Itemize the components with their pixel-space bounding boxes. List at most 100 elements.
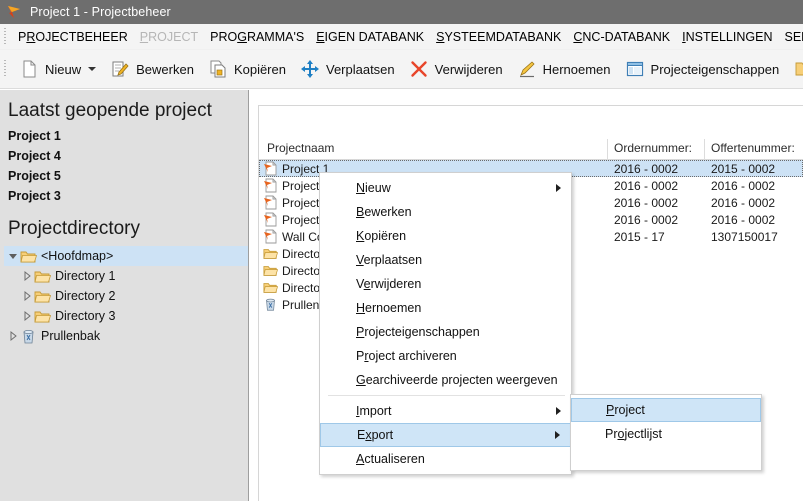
folder-icon <box>34 289 51 304</box>
menu-programmas[interactable]: PROGRAMMA'S <box>204 28 310 46</box>
project-directory-heading: Projectdirectory <box>0 206 248 244</box>
context-menu-item-hernoemen[interactable]: Hernoemen <box>320 296 571 320</box>
tree-item-label: <Hoofdmap> <box>41 250 113 263</box>
grid-header-row: Projectnaam Ordernummer: Offertenummer: <box>259 139 803 160</box>
recent-project-item[interactable]: Project 3 <box>0 186 248 206</box>
menu-service-update[interactable]: SERVICE/UPDATE <box>778 28 803 46</box>
project-flag-icon <box>263 178 278 193</box>
toolbar-label: Verwijderen <box>435 63 503 76</box>
recent-projects-heading: Laatst geopende project <box>0 90 248 126</box>
context-menu-item-gearchiveerde-projecten-weergeven[interactable]: Gearchiveerde projecten weergeven <box>320 368 571 392</box>
context-menu-item-import[interactable]: Import <box>320 399 571 423</box>
menu-instellingen[interactable]: INSTELLINGEN <box>676 28 778 46</box>
tree-item-directory-1[interactable]: Directory 1 <box>4 266 248 286</box>
context-menu-item-label: Nieuw <box>356 181 391 195</box>
tree-item-label: Directory 1 <box>55 270 115 283</box>
submenu-item-label: Projectlijst <box>605 427 662 441</box>
expander-collapsed-icon[interactable] <box>20 289 34 303</box>
grid-cell-order: 2016 - 0002 <box>614 213 678 227</box>
tree-item-label: Prullenbak <box>41 330 100 343</box>
context-menu-item-label: Projecteigenschappen <box>356 325 480 339</box>
grid-cell-offer: 2016 - 0002 <box>711 196 775 210</box>
toolbar-button-hernoemen[interactable]: Hernoemen <box>510 54 618 84</box>
menu-projectbeheer[interactable]: PROJECTBEHEER <box>12 28 134 46</box>
edit-pencil-icon <box>110 59 130 79</box>
grid-cell-order: 2016 - 0002 <box>614 196 678 210</box>
toolbar-grip-icon[interactable] <box>2 60 9 78</box>
app-flag-icon <box>6 4 22 20</box>
folder-icon <box>263 246 278 261</box>
recycle-bin-icon <box>20 329 37 344</box>
column-header-offertenummer[interactable]: Offertenummer: <box>711 141 795 155</box>
grid-cell-offer: 2015 - 0002 <box>711 162 775 176</box>
expander-collapsed-icon[interactable] <box>20 269 34 283</box>
column-header-ordernummer[interactable]: Ordernummer: <box>614 141 692 155</box>
grid-cell-offer: 1307150017 <box>711 230 778 244</box>
tree-item-directory-2[interactable]: Directory 2 <box>4 286 248 306</box>
context-menu-item-project-archiveren[interactable]: Project archiveren <box>320 344 571 368</box>
column-divider[interactable] <box>607 139 608 160</box>
context-menu-item-actualiseren[interactable]: Actualiseren <box>320 447 571 471</box>
tree-item-hoofdmap[interactable]: <Hoofdmap> <box>4 246 248 266</box>
project-directory-tree: <Hoofdmap> Directory 1 <box>0 246 248 346</box>
grid-cell-order: 2016 - 0002 <box>614 179 678 193</box>
sort-ascending-icon[interactable] <box>431 128 440 133</box>
expander-expanded-icon[interactable] <box>6 249 20 263</box>
context-menu-item-export[interactable]: Export <box>320 423 571 447</box>
expander-collapsed-icon[interactable] <box>20 309 34 323</box>
context-menu-item-verplaatsen[interactable]: Verplaatsen <box>320 248 571 272</box>
submenu-item-label: Project <box>606 403 645 417</box>
title-bar: Project 1 - Projectbeheer <box>0 0 803 24</box>
context-menu-item-label: Import <box>356 404 391 418</box>
context-menu-item-bewerken[interactable]: Bewerken <box>320 200 571 224</box>
grid-cell-offer: 2016 - 0002 <box>711 179 775 193</box>
project-flag-icon <box>263 229 278 244</box>
tree-item-directory-3[interactable]: Directory 3 <box>4 306 248 326</box>
rename-pencil-icon <box>517 59 537 79</box>
move-arrows-icon <box>300 59 320 79</box>
properties-window-icon <box>625 59 645 79</box>
chevron-down-icon[interactable] <box>88 67 96 71</box>
expander-collapsed-icon[interactable] <box>6 329 20 343</box>
column-divider[interactable] <box>704 139 705 160</box>
column-header-projectnaam[interactable]: Projectnaam <box>267 141 334 155</box>
folder-icon <box>34 309 51 324</box>
context-menu-item-nieuw[interactable]: Nieuw <box>320 176 571 200</box>
recent-project-item[interactable]: Project 1 <box>0 126 248 146</box>
context-menu-item-kopieren[interactable]: Kopiëren <box>320 224 571 248</box>
tree-item-prullenbak[interactable]: Prullenbak <box>4 326 248 346</box>
toolbar-button-kopieren[interactable]: Kopiëren <box>201 54 293 84</box>
toolbar-label: Bewerken <box>136 63 194 76</box>
menu-systeemdatabank[interactable]: SYSTEEMDATABANK <box>430 28 567 46</box>
project-flag-icon <box>263 212 278 227</box>
context-menu-item-label: Bewerken <box>356 205 412 219</box>
submenu-item-projectlijst[interactable]: Projectlijst <box>571 422 761 446</box>
recent-project-item[interactable]: Project 5 <box>0 166 248 186</box>
toolbar-button-nieuw[interactable]: Nieuw <box>12 54 103 84</box>
toolbar-button-bewerken[interactable]: Bewerken <box>103 54 201 84</box>
context-menu-item-verwijderen[interactable]: Verwijderen <box>320 272 571 296</box>
context-menu-item-label: Project archiveren <box>356 349 457 363</box>
context-menu-item-label: Export <box>357 428 393 442</box>
toolbar-button-import[interactable]: Import <box>786 54 803 84</box>
delete-cross-icon <box>409 59 429 79</box>
menu-bar: PROJECTBEHEER PROJECT PROGRAMMA'S EIGEN … <box>0 24 803 50</box>
menu-eigen-databank[interactable]: EIGEN DATABANK <box>310 28 430 46</box>
context-menu-item-projecteigenschappen[interactable]: Projecteigenschappen <box>320 320 571 344</box>
context-menu-item-label: Actualiseren <box>356 452 425 466</box>
toolbar-label: Kopiëren <box>234 63 286 76</box>
context-menu-item-label: Verwijderen <box>356 277 421 291</box>
menu-cnc-databank[interactable]: CNC-DATABANK <box>567 28 676 46</box>
menu-project: PROJECT <box>134 28 204 46</box>
import-folder-icon <box>793 59 803 79</box>
toolbar: Nieuw Bewerken Kopiëren <box>0 50 803 89</box>
toolbar-button-projecteigenschappen[interactable]: Projecteigenschappen <box>618 54 787 84</box>
context-menu: Nieuw Bewerken Kopiëren Verplaatsen Verw… <box>319 172 572 475</box>
context-menu-item-label: Verplaatsen <box>356 253 422 267</box>
recent-project-item[interactable]: Project 4 <box>0 146 248 166</box>
grid-cell-order: 2015 - 17 <box>614 230 665 244</box>
toolbar-button-verwijderen[interactable]: Verwijderen <box>402 54 510 84</box>
menubar-grip-icon[interactable] <box>2 28 9 46</box>
toolbar-button-verplaatsen[interactable]: Verplaatsen <box>293 54 402 84</box>
submenu-item-project[interactable]: Project <box>571 398 761 422</box>
